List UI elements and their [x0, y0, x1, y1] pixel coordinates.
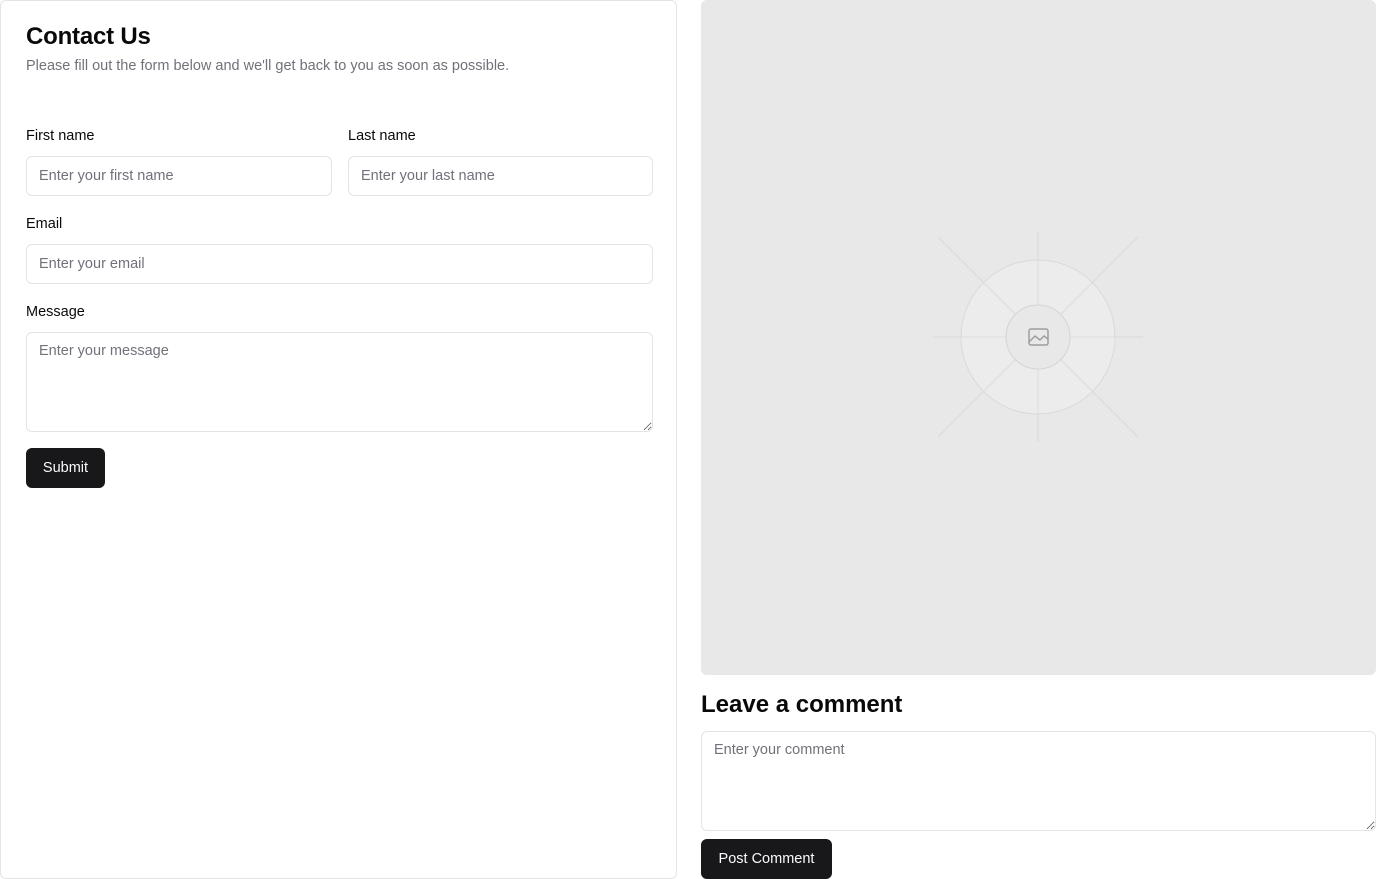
email-label: Email	[26, 216, 63, 232]
last-name-input[interactable]	[348, 156, 653, 196]
contact-title: Contact Us	[26, 23, 151, 50]
comment-textarea[interactable]	[701, 731, 1376, 831]
submit-button[interactable]: Submit	[26, 448, 105, 488]
contact-card: Contact Us Please fill out the form belo…	[0, 0, 677, 879]
first-name-input[interactable]	[26, 156, 332, 196]
email-input[interactable]	[26, 244, 653, 284]
contact-description: Please fill out the form below and we'll…	[26, 58, 510, 74]
image-placeholder-graphic	[933, 232, 1143, 442]
message-label: Message	[26, 304, 85, 320]
page: Contact Us Please fill out the form belo…	[0, 0, 1376, 879]
last-name-label: Last name	[348, 128, 416, 144]
image-placeholder	[701, 0, 1376, 675]
post-comment-button[interactable]: Post Comment	[701, 839, 832, 879]
comment-title: Leave a comment	[701, 691, 903, 718]
message-textarea[interactable]	[26, 332, 653, 432]
first-name-label: First name	[26, 128, 95, 144]
